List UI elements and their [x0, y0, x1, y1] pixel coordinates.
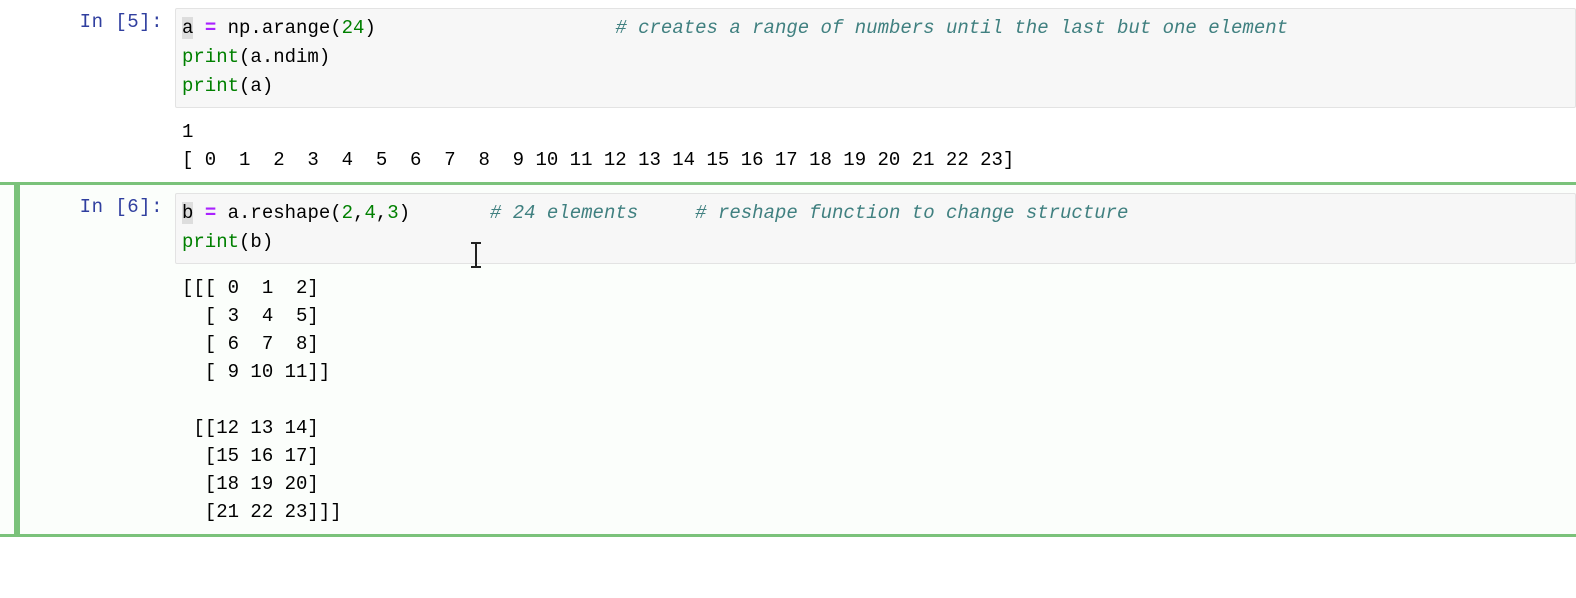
code-line-1-1: a = np.arange(24) # creates a range of n…: [182, 14, 1569, 43]
input-prompt-1: In [5]:: [79, 11, 163, 33]
input-prompt-2: In [6]:: [79, 196, 163, 218]
token-args-b: (b): [239, 231, 274, 253]
token-args-ndim: (a.ndim): [239, 46, 331, 68]
output-stream-1: 1 [ 0 1 2 3 4 5 6 7 8 9 10 11 12 13 14 1…: [182, 121, 1015, 171]
code-line-1-2: print(a.ndim): [182, 43, 1569, 72]
token-number-4: 4: [364, 202, 376, 224]
token-operator-assign-2: =: [204, 202, 217, 224]
token-gap-3: [638, 202, 695, 224]
token-comment-2: # 24 elements: [489, 202, 639, 224]
token-close-paren-1: ): [364, 17, 376, 39]
token-call-reshape: a.reshape(: [227, 202, 342, 224]
token-comment-3: # reshape function to change structure: [695, 202, 1129, 224]
token-comma-2: ,: [375, 202, 388, 224]
cell-selection-bar: [14, 185, 20, 534]
token-number-24: 24: [341, 17, 365, 39]
token-space-2: [216, 17, 227, 39]
token-builtin-print-1: print: [182, 46, 240, 68]
token-variable-a: a: [182, 17, 194, 39]
token-variable-b: b: [182, 202, 194, 224]
cell-1-input-row: In [5]: a = np.arange(24) # creates a ra…: [0, 8, 1576, 108]
token-args-a: (a): [239, 75, 274, 97]
cell-2-output-row: [[[ 0 1 2] [ 3 4 5] [ 6 7 8] [ 9 10 11]]…: [0, 264, 1576, 526]
code-cell-2[interactable]: In [6]: b = a.reshape(2,4,3) # 24 elemen…: [0, 182, 1576, 537]
code-cell-1[interactable]: In [5]: a = np.arange(24) # creates a ra…: [0, 0, 1576, 182]
token-comment-1: # creates a range of numbers until the l…: [615, 17, 1289, 39]
code-editor-2[interactable]: b = a.reshape(2,4,3) # 24 elements # res…: [175, 193, 1576, 264]
token-space-3: [193, 202, 204, 224]
token-close-paren-2: ): [398, 202, 411, 224]
output-stream-2: [[[ 0 1 2] [ 3 4 5] [ 6 7 8] [ 9 10 11]]…: [182, 277, 342, 523]
token-comma-1: ,: [353, 202, 365, 224]
code-line-1-3: print(a): [182, 72, 1569, 101]
code-line-2-2: print(b): [182, 228, 1569, 257]
notebook-container: In [5]: a = np.arange(24) # creates a ra…: [0, 0, 1576, 598]
token-space-4: [216, 202, 227, 224]
token-builtin-print-2: print: [182, 75, 240, 97]
token-builtin-print-3: print: [182, 231, 240, 253]
code-line-2-1: b = a.reshape(2,4,3) # 24 elements # res…: [182, 199, 1569, 228]
token-operator-assign: =: [204, 17, 217, 39]
token-number-3: 3: [387, 202, 399, 224]
token-call-arange: np.arange(: [227, 17, 342, 39]
code-editor-1[interactable]: a = np.arange(24) # creates a range of n…: [175, 8, 1576, 108]
cell-1-output-row: 1 [ 0 1 2 3 4 5 6 7 8 9 10 11 12 13 14 1…: [0, 108, 1576, 174]
cell-2-input-row: In [6]: b = a.reshape(2,4,3) # 24 elemen…: [0, 193, 1576, 264]
token-gap-1: [376, 17, 615, 39]
token-space-1: [193, 17, 204, 39]
token-number-2: 2: [341, 202, 354, 224]
token-gap-2: [410, 202, 490, 224]
